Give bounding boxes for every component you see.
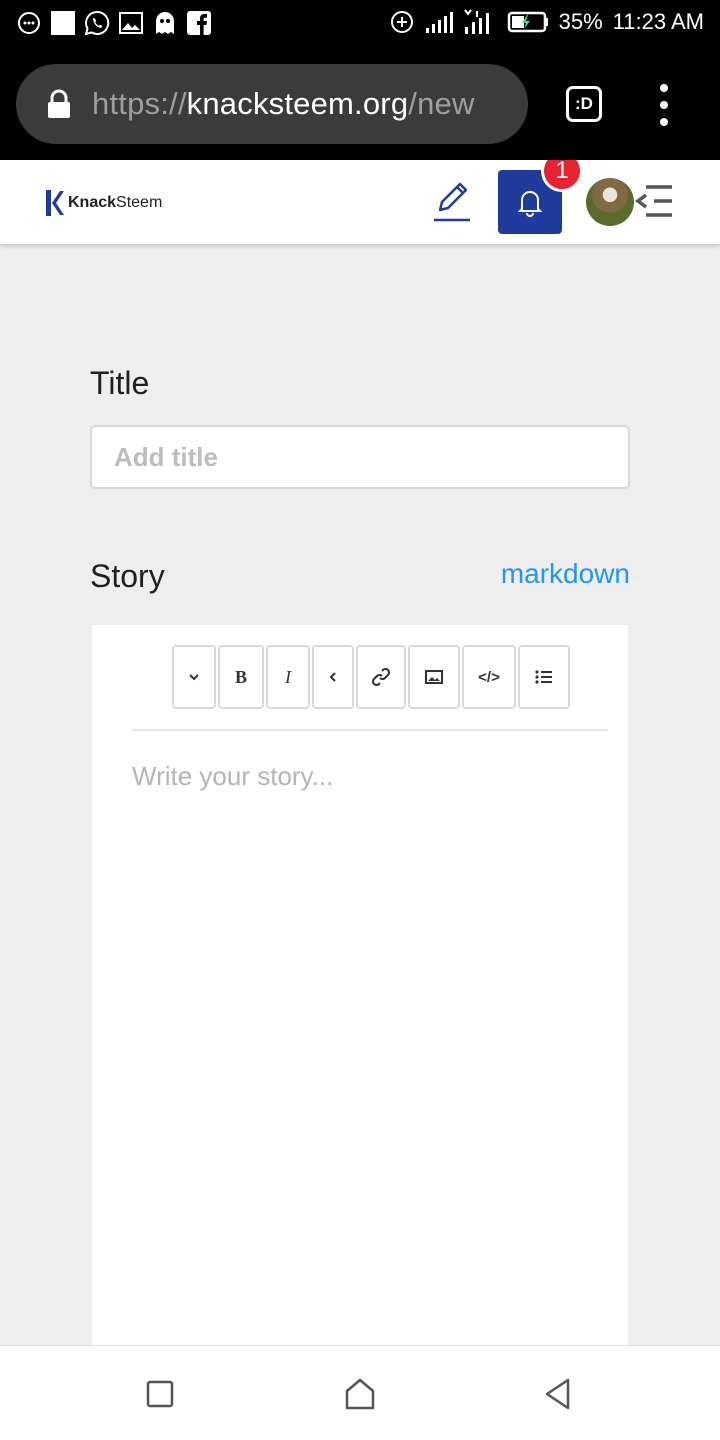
home-icon[interactable] <box>340 1374 380 1414</box>
blank-square-icon <box>50 10 76 36</box>
url-host: knacksteem.org <box>186 86 409 121</box>
image-icon <box>425 670 443 684</box>
messenger-icon <box>16 10 42 36</box>
data-saver-icon <box>390 11 413 33</box>
code-label: </> <box>478 668 500 686</box>
bold-button[interactable]: B <box>218 645 264 709</box>
clock: 11:23 AM <box>612 9 704 34</box>
image-button[interactable] <box>408 645 460 709</box>
italic-button[interactable]: I <box>266 645 310 709</box>
link-button[interactable] <box>356 645 406 709</box>
markdown-link[interactable]: markdown <box>501 558 630 590</box>
menu-dot <box>660 101 668 109</box>
title-input[interactable] <box>90 425 630 489</box>
notification-icons <box>16 10 212 36</box>
whatsapp-icon <box>84 10 110 36</box>
signal-icon-2 <box>463 9 489 34</box>
logo-text: KnackSteem <box>68 194 162 212</box>
url-path: /new <box>408 86 475 121</box>
ghost-icon <box>152 10 178 36</box>
knacksteem-logo-icon <box>46 190 64 216</box>
logo-bold: Knack <box>68 194 117 211</box>
gallery-icon <box>118 10 144 36</box>
pencil-icon[interactable] <box>430 180 474 224</box>
italic-label: I <box>285 666 291 687</box>
url-scheme: https:// <box>92 86 187 121</box>
site-logo[interactable]: KnackSteem <box>44 188 162 218</box>
code-button[interactable]: </> <box>462 645 516 709</box>
back-icon[interactable] <box>538 1374 578 1414</box>
browser-menu-button[interactable] <box>652 84 676 126</box>
editor-toolbar: B I </> <box>172 645 570 709</box>
menu-toggle-icon[interactable] <box>634 184 674 218</box>
link-icon <box>372 668 390 686</box>
quote-button[interactable] <box>312 645 354 709</box>
chevron-down-icon <box>189 674 199 681</box>
title-label: Title <box>90 365 150 401</box>
battery-charging-icon <box>507 11 548 33</box>
status-bar: 35% 11:23 AM <box>0 0 720 50</box>
tab-switcher-button[interactable]: :D <box>566 86 602 122</box>
recents-icon[interactable] <box>140 1374 180 1414</box>
lock-icon <box>48 89 70 118</box>
story-editor: B I </> <box>92 625 628 1345</box>
avatar[interactable] <box>586 178 634 226</box>
signal-icon <box>425 12 453 33</box>
list-icon <box>535 670 552 684</box>
list-button[interactable] <box>518 645 570 709</box>
menu-dot <box>660 84 668 92</box>
facebook-icon <box>186 10 212 36</box>
browser-toolbar: https://knacksteem.org/new :D <box>0 50 720 160</box>
logo-light: Steem <box>116 194 163 211</box>
heading-dropdown-button[interactable] <box>172 645 216 709</box>
bold-label: B <box>234 666 247 687</box>
menu-dot <box>660 118 668 126</box>
chevron-left-icon <box>329 672 336 682</box>
url-text[interactable]: https://knacksteem.org/new <box>92 86 475 122</box>
story-label: Story <box>90 558 165 594</box>
battery-percent: 35% <box>558 9 603 34</box>
bell-icon <box>517 191 543 217</box>
toolbar-divider <box>132 729 608 731</box>
address-bar[interactable]: https://knacksteem.org/new <box>16 64 528 144</box>
system-navigation-bar <box>0 1345 720 1440</box>
site-header: KnackSteem 1 <box>0 160 720 244</box>
system-icons: 35% 11:23 AM <box>389 9 704 35</box>
story-textarea[interactable] <box>132 761 592 1321</box>
page-content: KnackSteem 1 Title Story markdown B I <box>0 160 720 1345</box>
